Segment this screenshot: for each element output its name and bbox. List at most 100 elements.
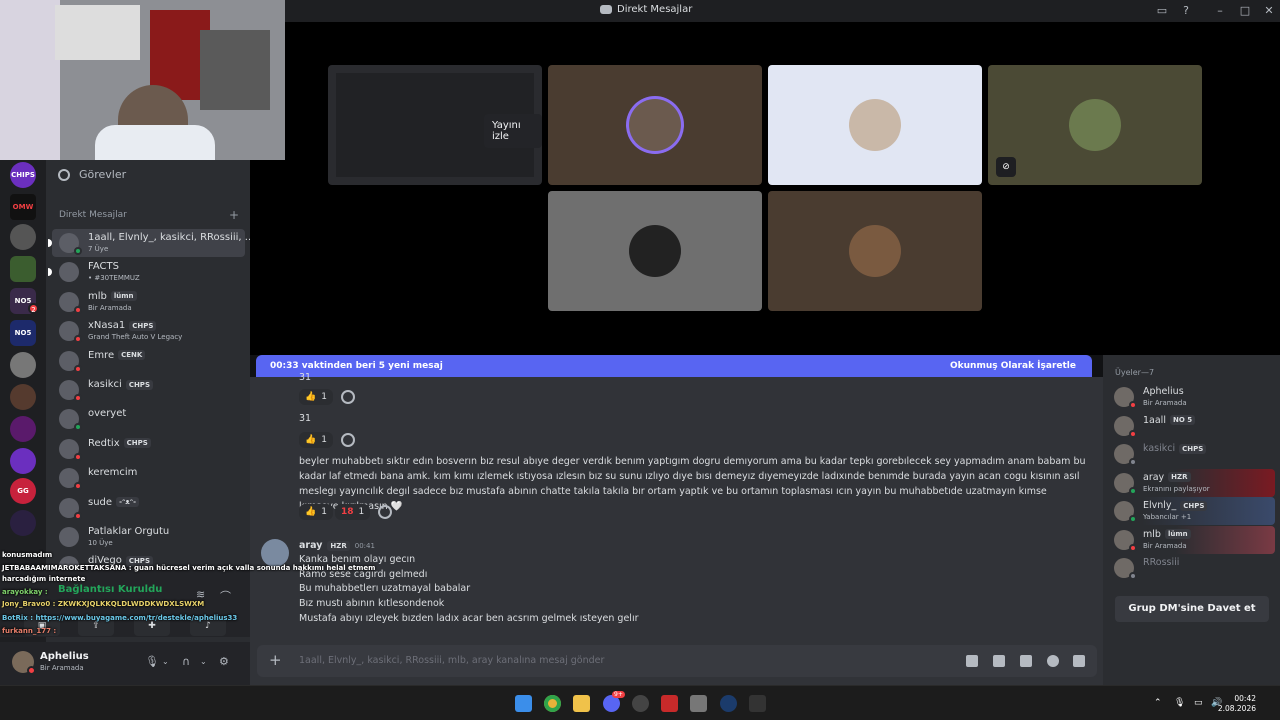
dm-name: kasikci CHPS bbox=[88, 379, 153, 390]
watch-stream-button[interactable]: Yayını izle bbox=[484, 114, 542, 148]
dm-item[interactable]: keremcim bbox=[52, 464, 245, 492]
status-dot bbox=[1129, 401, 1137, 409]
add-reaction-icon[interactable] bbox=[341, 433, 355, 447]
member-item[interactable]: RRossiii bbox=[1109, 554, 1275, 582]
member-item[interactable]: Elvnly_ CHPS Yabancılar +1 bbox=[1109, 497, 1275, 525]
monitor-icon[interactable]: ▭ bbox=[1194, 698, 1203, 708]
settings-gear-icon[interactable]: ⚙ bbox=[219, 655, 229, 668]
server-icon[interactable]: OMW bbox=[10, 194, 36, 220]
server-icon[interactable] bbox=[10, 256, 36, 282]
dm-subtitle: • #30TEMMUZ bbox=[88, 274, 140, 283]
stream-tile[interactable]: Yayını izle bbox=[328, 65, 542, 185]
server-icon[interactable] bbox=[10, 352, 36, 378]
dm-item[interactable]: kasikci CHPS bbox=[52, 376, 245, 404]
member-item[interactable]: kasikci CHPS bbox=[1109, 440, 1275, 468]
inbox-icon[interactable]: ▭ bbox=[1154, 3, 1170, 19]
video-tile[interactable] bbox=[548, 65, 762, 185]
epic-games-icon[interactable] bbox=[749, 695, 766, 712]
sticker-icon[interactable] bbox=[1020, 655, 1032, 667]
member-status-text: Yabancılar +1 bbox=[1143, 513, 1192, 521]
dm-item[interactable]: sude -ᵔᴥᵔ- bbox=[52, 494, 245, 522]
avatar bbox=[629, 99, 681, 151]
reaction-emoji: 👍 bbox=[305, 392, 317, 402]
server-icon[interactable]: NO5 bbox=[10, 320, 36, 346]
status-dot bbox=[74, 335, 82, 344]
dm-item[interactable]: Patlaklar Orgutu 10 Üye bbox=[52, 523, 245, 551]
help-icon[interactable]: ? bbox=[1178, 3, 1194, 19]
new-dm-icon[interactable]: + bbox=[229, 208, 239, 222]
webcam-overlay bbox=[0, 0, 285, 160]
dm-item[interactable]: mlb lümn Bir Aramada bbox=[52, 288, 245, 316]
server-icon[interactable] bbox=[10, 448, 36, 474]
server-icon[interactable]: GG bbox=[10, 478, 36, 504]
dm-item[interactable]: Emre CENK bbox=[52, 347, 245, 375]
chevron-down-icon[interactable]: ⌄ bbox=[162, 657, 169, 666]
dm-item[interactable]: Redtix CHPS bbox=[52, 435, 245, 463]
stream-chat-overlay: konusmadım JETBABAAMIMAROKETTAKSANA : gu… bbox=[2, 551, 376, 635]
video-tile[interactable] bbox=[768, 65, 982, 185]
server-icon[interactable] bbox=[10, 384, 36, 410]
message-text: 31 bbox=[299, 372, 312, 383]
notification-badge: 9+ bbox=[612, 691, 625, 698]
app-icon[interactable] bbox=[661, 695, 678, 712]
reaction[interactable]: 👍 1 bbox=[299, 389, 333, 405]
author-name[interactable]: aray bbox=[299, 540, 322, 551]
server-icon[interactable] bbox=[10, 224, 36, 250]
dm-tag: CHPS bbox=[123, 438, 151, 449]
chevron-down-icon[interactable]: ⌄ bbox=[200, 657, 207, 666]
member-item[interactable]: aray HZR Ekranını paylaşıyor bbox=[1109, 468, 1275, 497]
dm-item[interactable]: xNasa1 CHPS Grand Theft Auto V Legacy bbox=[52, 317, 245, 345]
apps-icon[interactable] bbox=[1073, 655, 1085, 667]
server-icon[interactable]: CHIPS bbox=[10, 162, 36, 188]
reaction[interactable]: 👍 1 bbox=[299, 432, 333, 448]
reaction[interactable]: 👍 1 bbox=[299, 504, 333, 520]
avatar[interactable] bbox=[261, 539, 289, 567]
server-icon[interactable] bbox=[10, 416, 36, 442]
gif-icon[interactable] bbox=[993, 655, 1005, 667]
microphone-icon[interactable]: 🎙 bbox=[1174, 698, 1185, 708]
member-item[interactable]: 1aall NO 5 bbox=[1109, 412, 1275, 440]
dm-item[interactable]: FACTS • #30TEMMUZ bbox=[48, 258, 245, 286]
maximize-button[interactable]: □ bbox=[1237, 3, 1253, 19]
avatar bbox=[629, 225, 681, 277]
avatar bbox=[849, 225, 901, 277]
message-text: Bu muhabbetlerı uzatmayal babalar bbox=[299, 583, 471, 594]
invite-button[interactable]: Grup DM'sine Davet et bbox=[1115, 596, 1269, 622]
dm-tag: CHPS bbox=[129, 320, 157, 331]
obs-icon[interactable] bbox=[632, 695, 649, 712]
message-text: 31 bbox=[299, 413, 312, 424]
add-reaction-icon[interactable] bbox=[341, 390, 355, 404]
headphones-icon[interactable]: ∩ bbox=[182, 655, 190, 668]
reaction[interactable]: 18 1 bbox=[335, 504, 371, 520]
dm-item[interactable]: 1aall, Elvnly_, kasikci, RRossiii, ... 7 … bbox=[48, 229, 254, 257]
member-status-text: Ekranını paylaşıyor bbox=[1143, 484, 1210, 493]
app-icon[interactable] bbox=[690, 695, 707, 712]
attach-icon[interactable]: + bbox=[269, 651, 282, 669]
status-dot bbox=[74, 394, 82, 402]
taskbar: 9+ ⌃ 🎙 ▭ 🔊 00:42 2.08.2026 bbox=[0, 685, 1280, 720]
message-text: Mustafa abıyı ızleyek bızden ladıx acar … bbox=[299, 613, 639, 624]
video-tile[interactable] bbox=[768, 191, 982, 311]
add-reaction-icon[interactable] bbox=[378, 505, 392, 519]
clock[interactable]: 00:42 2.08.2026 bbox=[1218, 694, 1256, 714]
minimize-button[interactable]: – bbox=[1212, 3, 1228, 19]
gift-icon[interactable] bbox=[966, 655, 978, 667]
dm-item[interactable]: overyet bbox=[52, 405, 245, 433]
message-input[interactable]: + 1aall, Elvnly_, kasikci, RRossiii, mlb… bbox=[257, 645, 1097, 677]
chrome-icon[interactable] bbox=[544, 695, 561, 712]
start-icon[interactable] bbox=[515, 695, 532, 712]
file-explorer-icon[interactable] bbox=[573, 695, 590, 712]
emoji-icon[interactable] bbox=[1047, 655, 1059, 667]
chevron-up-icon[interactable]: ⌃ bbox=[1154, 698, 1162, 708]
microphone-icon[interactable]: 🎙 bbox=[145, 655, 159, 668]
server-icon[interactable] bbox=[10, 510, 36, 536]
close-button[interactable]: ✕ bbox=[1261, 3, 1277, 19]
video-tile[interactable]: ⊘ bbox=[988, 65, 1202, 185]
tasks-link[interactable]: Görevler bbox=[58, 168, 126, 181]
member-item[interactable]: mlb lümn Bir Aramada bbox=[1109, 525, 1275, 554]
member-status-text: Bir Aramada bbox=[1143, 541, 1187, 550]
steam-icon[interactable] bbox=[720, 695, 737, 712]
unread-indicator bbox=[48, 239, 52, 247]
video-tile[interactable] bbox=[548, 191, 762, 311]
member-item[interactable]: Aphelius Bir Aramada bbox=[1109, 383, 1275, 411]
